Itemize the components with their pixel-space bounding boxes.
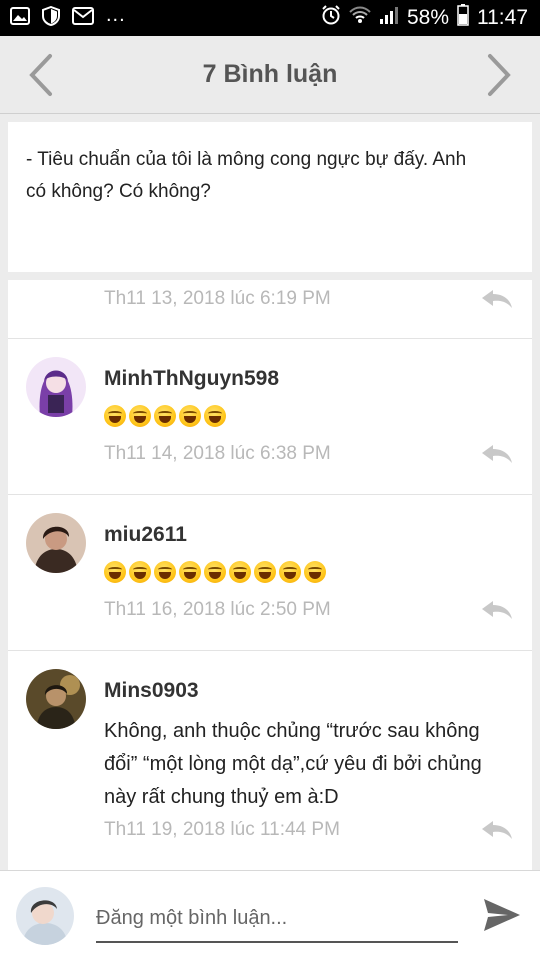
laughing-emoji-icon [179,561,201,583]
reply-icon [482,445,512,463]
laughing-emoji-icon [129,561,151,583]
clock: 11:47 [477,6,528,29]
comment-username[interactable]: miu2611 [104,523,187,547]
comment-username[interactable]: Mins0903 [104,679,199,703]
comment-timestamp: Th11 16, 2018 lúc 2:50 PM [104,599,331,620]
reply-icon [482,290,512,308]
page-title: 7 Bình luận [202,60,338,88]
post-text-line-1: - Tiêu chuẩn của tôi là mông cong ngực b… [26,149,467,170]
laughing-emoji-icon [179,405,201,427]
comment-text-line: Không, anh thuộc chủng “trước sau không [104,720,480,742]
laughing-emoji-icon [154,405,176,427]
status-bar: ... 58% 11:47 [0,0,540,36]
mail-icon [72,6,94,30]
emoji-row [104,405,226,427]
next-button[interactable] [478,52,518,98]
laughing-emoji-icon [129,405,151,427]
current-user-avatar [16,887,74,945]
laughing-emoji-icon [104,405,126,427]
signal-icon [379,5,399,31]
post-text-line-2: có không? Có không? [26,181,211,202]
post-card: - Tiêu chuẩn của tôi là mông cong ngực b… [8,122,532,272]
laughing-emoji-icon [154,561,176,583]
comment-text-line: này rất chung thuỷ em à:D [104,786,339,808]
laughing-emoji-icon [104,561,126,583]
reply-icon [482,821,512,839]
comment-item: Mins0903 Không, anh thuộc chủng “trước s… [8,651,532,870]
laughing-emoji-icon [254,561,276,583]
comment-timestamp: Th11 13, 2018 lúc 6:19 PM [104,288,331,309]
top-bar: 7 Bình luận [0,36,540,114]
comment-item: miu2611 Th11 16, 2018 lúc 2:50 PM [8,495,532,651]
reply-button[interactable] [480,819,514,841]
laughing-emoji-icon [304,561,326,583]
comment-composer [0,870,540,960]
reply-icon [482,601,512,619]
avatar[interactable] [26,357,86,417]
emoji-row [104,561,326,583]
more-notifications: ... [106,3,126,26]
reply-button[interactable] [480,599,514,621]
reply-button[interactable] [480,443,514,465]
battery-percent: 58% [406,6,449,29]
comment-list[interactable]: Th11 13, 2018 lúc 6:19 PM MinhThNguyn598… [8,280,532,870]
wifi-icon [349,5,371,31]
comment-timestamp: Th11 14, 2018 lúc 6:38 PM [104,443,331,464]
reply-button[interactable] [480,288,514,310]
comment-username[interactable]: MinhThNguyn598 [104,367,279,391]
alarm-icon [321,5,341,31]
comment-timestamp: Th11 19, 2018 lúc 11:44 PM [104,819,340,840]
chevron-right-icon [488,54,511,96]
laughing-emoji-icon [204,561,226,583]
comment-item: MinhThNguyn598 Th11 14, 2018 lúc 6:38 PM [8,339,532,495]
send-button[interactable] [482,895,522,935]
comment-item: Th11 13, 2018 lúc 6:19 PM [8,280,532,339]
comment-text: Không, anh thuộc chủng “trước sau không … [104,715,514,814]
gallery-icon [10,6,30,30]
comment-text-line: đổi” “một lòng một dạ”,cứ yêu đi bởi chủ… [104,753,482,775]
laughing-emoji-icon [204,405,226,427]
avatar[interactable] [26,669,86,729]
laughing-emoji-icon [229,561,251,583]
comment-input[interactable] [96,895,458,943]
shield-icon [42,5,60,31]
avatar[interactable] [26,513,86,573]
laughing-emoji-icon [279,561,301,583]
battery-icon [457,4,469,32]
send-icon [484,899,520,931]
